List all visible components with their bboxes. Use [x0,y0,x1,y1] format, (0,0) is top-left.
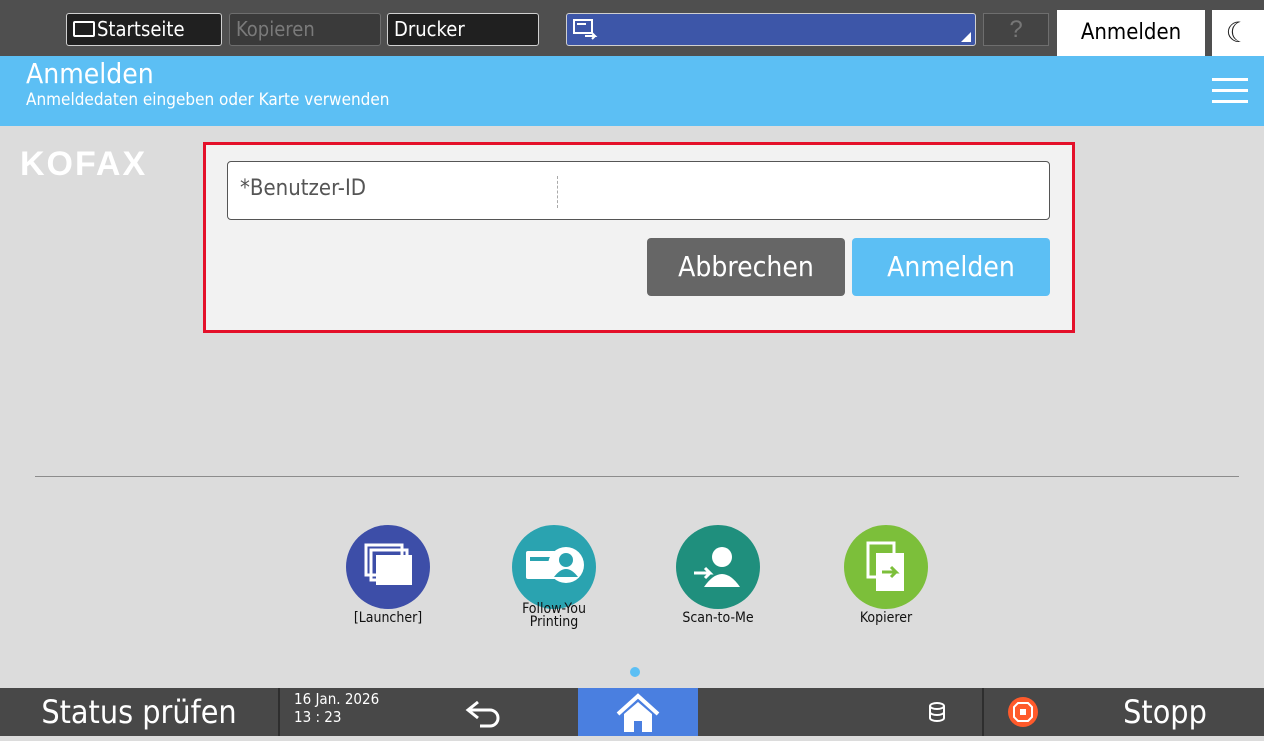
login-panel: *Benutzer-ID Abbrechen Anmelden [203,142,1075,333]
stop-icon[interactable] [1007,696,1039,728]
menu-icon[interactable] [1212,78,1248,104]
home-icon [616,693,660,732]
app-label: Follow-You Printing [522,601,586,630]
stop-button[interactable]: Stopp [1080,688,1250,736]
home-tab-button[interactable]: Startseite [66,13,222,46]
datetime-display: 16 Jan. 2026 13 : 23 [294,690,380,726]
user-id-label: *Benutzer-ID [240,176,367,201]
back-button[interactable] [440,688,530,736]
page-indicator-dot [630,667,640,677]
printer-tab-button[interactable]: Drucker [387,13,539,46]
device-select-button[interactable] [566,13,976,46]
field-separator [557,176,558,208]
separator [982,688,984,736]
bottom-bar: Status prüfen 16 Jan. 2026 13 : 23 Stopp [0,688,1264,736]
login-top-button[interactable]: Anmelden [1057,10,1205,56]
home-button[interactable] [578,688,698,736]
keyboard-icon [73,20,95,37]
top-bar: Startseite Kopieren Drucker ? Anmelden ☾ [0,0,1264,56]
copy-tab-button[interactable]: Kopieren [229,13,381,46]
launcher-icon [346,525,430,609]
app-label: Scan-to-Me [682,610,754,626]
cancel-button[interactable]: Abbrechen [647,238,845,296]
app-label: Kopierer [859,610,913,626]
divider [35,476,1239,477]
login-button[interactable]: Anmelden [852,238,1050,296]
dropdown-corner-icon [961,32,971,42]
screen-switch-icon [573,19,598,40]
kofax-logo: KOFAX [20,145,148,183]
page-title: Anmelden [26,57,154,90]
storage-indicator-icon [929,702,945,722]
help-button[interactable]: ? [983,13,1049,46]
page-subtitle: Anmeldedaten eingeben oder Karte verwend… [26,90,390,110]
copier-icon [844,525,928,609]
app-label: [Launcher] [353,610,423,626]
user-id-field[interactable]: *Benutzer-ID [227,161,1050,220]
moon-icon: ☾ [1225,17,1251,48]
status-check-button[interactable]: Status prüfen [0,688,278,736]
back-arrow-icon [465,700,500,728]
energy-saver-button[interactable]: ☾ [1212,10,1264,56]
scan-to-me-icon [676,525,760,609]
page-header: Anmelden Anmeldedaten eingeben oder Kart… [0,56,1264,126]
follow-you-printing-icon [512,525,596,609]
separator [278,688,280,736]
